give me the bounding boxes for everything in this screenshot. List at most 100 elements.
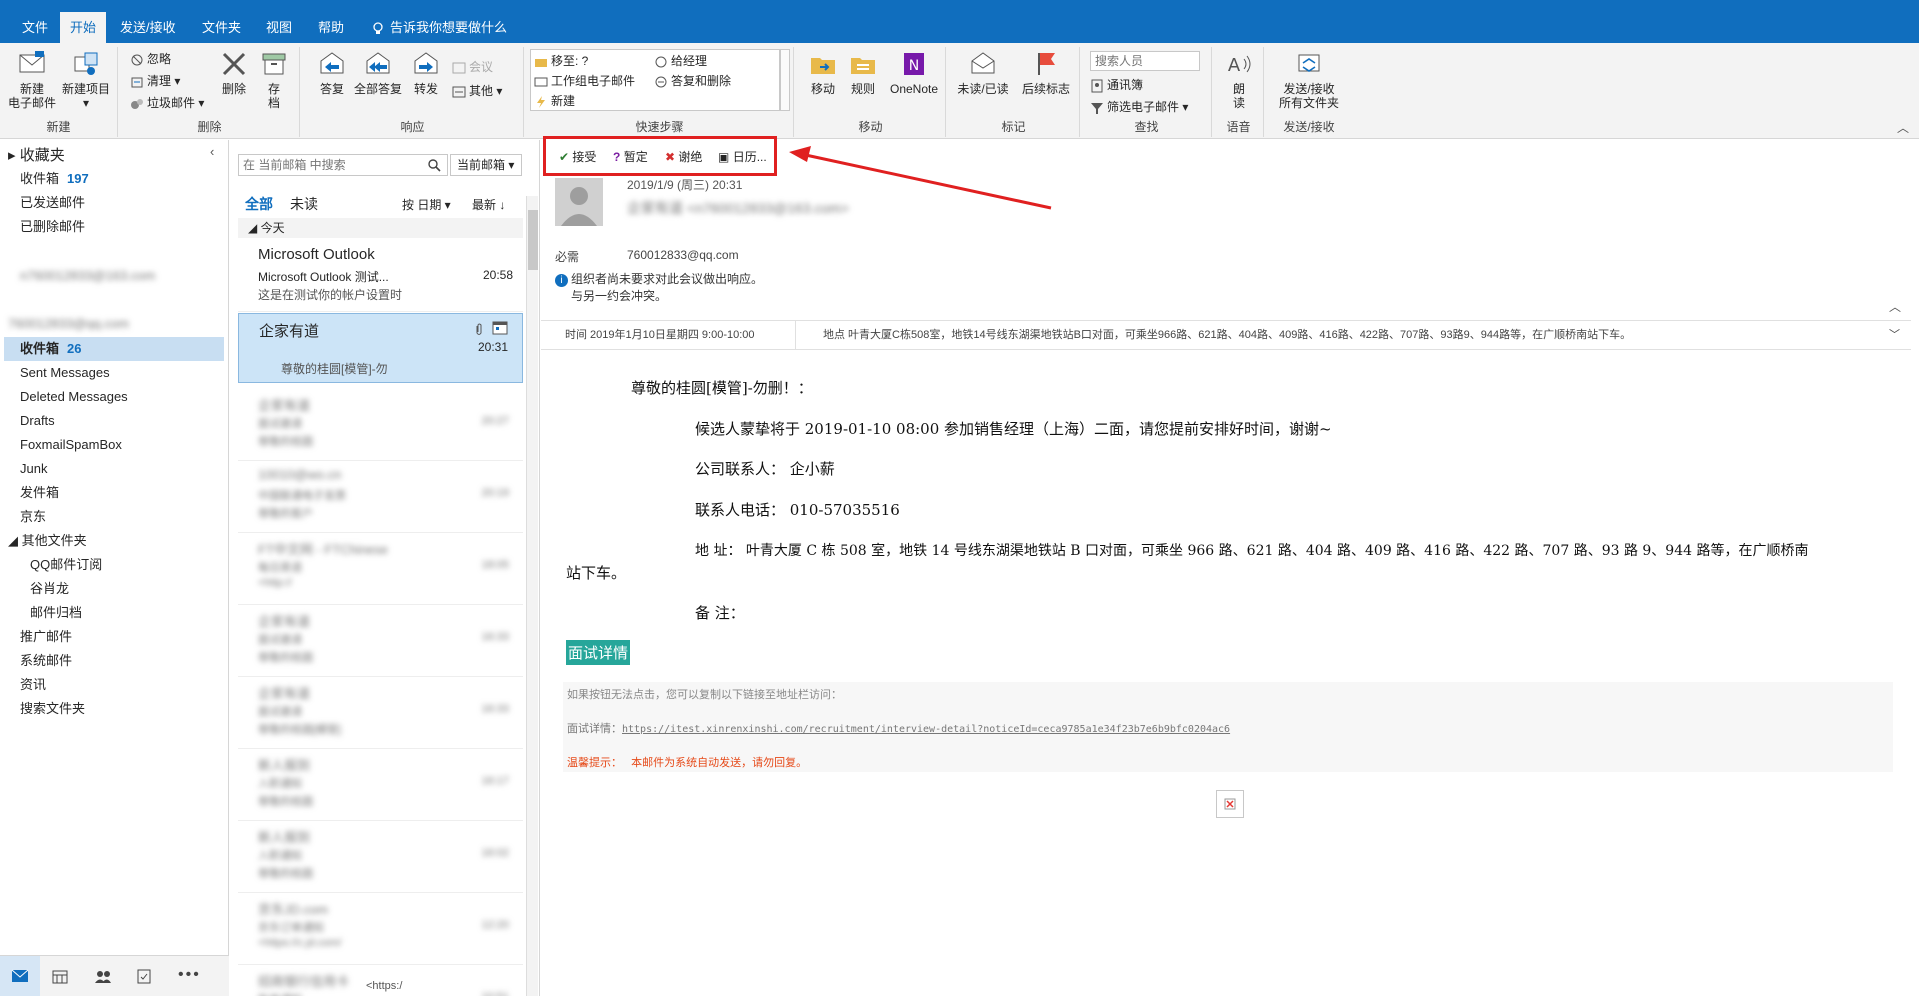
- accept-button[interactable]: ✔ 接受: [559, 148, 596, 165]
- quickstep-new[interactable]: 新建: [534, 91, 575, 111]
- tasks-icon[interactable]: [137, 968, 151, 984]
- new-items-button[interactable]: 新建项目 ▾: [58, 49, 114, 110]
- search-icon[interactable]: [427, 158, 441, 172]
- folder-guxiaolong[interactable]: 谷肖龙: [30, 577, 69, 601]
- sort-order[interactable]: 最新 ↓: [472, 196, 505, 213]
- read-aloud-button[interactable]: A 朗读: [1218, 49, 1260, 110]
- folder-other[interactable]: ◢ 其他文件夹: [8, 529, 87, 553]
- fav-sent[interactable]: 已发送邮件: [20, 191, 85, 215]
- filter-email-button[interactable]: 筛选电子邮件 ▾: [1090, 97, 1188, 117]
- list-scrollbar[interactable]: [526, 196, 538, 996]
- sender: 企家有道: [259, 323, 320, 340]
- calendar-button[interactable]: ▣ 日历...: [718, 148, 767, 165]
- meeting-button[interactable]: 会议: [452, 57, 493, 77]
- onenote-button[interactable]: N OneNote: [884, 49, 944, 96]
- tell-me-box[interactable]: 告诉我你想要做什么: [362, 12, 517, 43]
- account-163[interactable]: n760012833@163.com: [20, 264, 155, 288]
- group-header-today[interactable]: ◢ 今天: [238, 218, 523, 238]
- tab-folder[interactable]: 文件夹: [192, 12, 251, 43]
- move-button[interactable]: 移动: [804, 49, 842, 96]
- junk-button[interactable]: 垃圾邮件 ▾: [130, 93, 204, 113]
- search-scope-dropdown[interactable]: 当前邮箱 ▾: [450, 154, 522, 176]
- fav-deleted[interactable]: 已删除邮件: [20, 215, 85, 239]
- ignore-button[interactable]: 忽略: [130, 49, 171, 69]
- list-item[interactable]: 招商银行信用卡账单通知10:51尊敬的客户: [238, 965, 523, 996]
- tab-view[interactable]: 视图: [256, 12, 302, 43]
- archive-icon: [262, 53, 286, 75]
- list-item[interactable]: 企家有道 面试邀请 16:33 尊敬的桂圆[模管]: [238, 677, 523, 749]
- list-item[interactable]: 10010@wo.cn 中国联通电子发票 20:19 尊敬的客户: [238, 461, 523, 533]
- list-item[interactable]: 企家有道 面试邀请 20:27 尊敬的桂圆: [238, 389, 523, 461]
- group-send-receive-label: 发送/接收: [1283, 120, 1335, 134]
- unread-read-button[interactable]: 未读/已读: [952, 49, 1014, 96]
- quickstep-manager[interactable]: 给经理: [654, 51, 707, 71]
- list-item[interactable]: FT中文网 - FTChinese 每日英语 18:05 <http://: [238, 533, 523, 605]
- calendar-icon[interactable]: [52, 969, 68, 984]
- fav-inbox[interactable]: 收件箱 197: [20, 167, 89, 191]
- expand-info-icon[interactable]: ﹀: [1889, 321, 1900, 349]
- folder-outbox[interactable]: 发件箱: [20, 481, 59, 505]
- list-item[interactable]: 新人报到 入职通知 16:02 尊敬的桂圆: [238, 821, 523, 893]
- tab-file[interactable]: 文件: [12, 12, 58, 43]
- followup-button[interactable]: 后续标志: [1016, 49, 1076, 96]
- folder-foxmail-spam[interactable]: FoxmailSpamBox: [20, 433, 122, 457]
- sort-by-date[interactable]: 按 日期 ▾: [402, 196, 451, 213]
- folder-drafts[interactable]: Drafts: [20, 409, 55, 433]
- list-item-selected[interactable]: 企家有道 20:31 尊敬的桂圆[模管]-勿: [238, 313, 523, 383]
- archive-button[interactable]: 存档: [256, 49, 292, 110]
- folder-search[interactable]: 搜索文件夹: [20, 697, 85, 721]
- folder-inbox[interactable]: 收件箱 26: [20, 337, 81, 361]
- account-qq[interactable]: 760012833@qq.com: [8, 312, 129, 336]
- scroll-thumb[interactable]: [528, 210, 538, 270]
- quickstep-team-email[interactable]: 工作组电子邮件: [534, 71, 635, 91]
- tentative-button[interactable]: ? 暂定: [613, 148, 648, 165]
- folder-news[interactable]: 资讯: [20, 673, 46, 697]
- favorites-header[interactable]: ▸ 收藏夹: [8, 144, 65, 168]
- tab-send-receive[interactable]: 发送/接收: [110, 12, 186, 43]
- interview-details-button[interactable]: 面试详情: [566, 640, 631, 665]
- more-respond-button[interactable]: 其他 ▾: [452, 81, 502, 101]
- reply-all-button[interactable]: 全部答复: [352, 49, 404, 96]
- folder-promotion[interactable]: 推广邮件: [20, 625, 72, 649]
- more-modules-icon[interactable]: •••: [178, 966, 201, 984]
- delete-button[interactable]: 删除: [216, 49, 252, 96]
- list-item[interactable]: Microsoft Outlook Microsoft Outlook 测试..…: [238, 240, 523, 312]
- rules-button[interactable]: 规则: [844, 49, 882, 96]
- decline-button[interactable]: ✖ 谢绝: [665, 148, 702, 165]
- folder-deleted-messages[interactable]: Deleted Messages: [20, 385, 128, 409]
- quickstep-reply-delete[interactable]: 答复和删除: [654, 71, 731, 91]
- filter-unread[interactable]: 未读: [290, 194, 318, 214]
- tab-home[interactable]: 开始: [60, 12, 107, 43]
- info-divider: [795, 321, 796, 349]
- reply-button[interactable]: 答复: [312, 49, 352, 96]
- search-people-input[interactable]: [1090, 51, 1200, 71]
- folder-jd[interactable]: 京东: [20, 505, 46, 529]
- folder-mail-archive[interactable]: 邮件归档: [30, 601, 82, 625]
- folder-qq-subscription[interactable]: QQ邮件订阅: [30, 553, 102, 577]
- list-item[interactable]: 企家有道 面试邀请 16:33 尊敬的桂圆: [238, 605, 523, 677]
- folder-junk[interactable]: Junk: [20, 457, 47, 481]
- filter-all[interactable]: 全部: [245, 194, 273, 214]
- address-book-button[interactable]: 通讯簿: [1090, 75, 1143, 95]
- folder-sent-messages[interactable]: Sent Messages: [20, 361, 110, 385]
- quicksteps-scroll[interactable]: [780, 49, 790, 111]
- group-respond-label: 响应: [400, 120, 425, 134]
- preview: 尊敬的桂圆: [258, 868, 313, 880]
- cleanup-button[interactable]: 清理 ▾: [130, 71, 180, 91]
- interview-link[interactable]: https://itest.xinrenxinshi.com/recruitme…: [622, 724, 1230, 735]
- collapse-header-icon[interactable]: ︿: [1889, 298, 1901, 315]
- tab-help[interactable]: 帮助: [308, 12, 354, 43]
- send-receive-all-button[interactable]: 发送/接收 所有文件夹: [1270, 49, 1348, 110]
- list-item[interactable]: 京东JD.com 京东订单通知 12:20 <https://c.jd.com/: [238, 893, 523, 965]
- new-email-button[interactable]: 新建 电子邮件: [6, 49, 58, 110]
- forward-button[interactable]: 转发: [406, 49, 446, 96]
- list-item[interactable]: 新人报到 入职通知 16:17 尊敬的桂圆: [238, 749, 523, 821]
- quickstep-moveto[interactable]: 移至: ?: [534, 51, 588, 71]
- people-icon[interactable]: [94, 969, 112, 984]
- search-input[interactable]: [239, 155, 409, 175]
- folder-system[interactable]: 系统邮件: [20, 649, 72, 673]
- collapse-ribbon-icon[interactable]: ︿: [1897, 119, 1909, 136]
- search-box[interactable]: [238, 154, 448, 176]
- mail-module-button[interactable]: [0, 956, 40, 996]
- collapse-pane-icon[interactable]: ‹: [210, 144, 214, 159]
